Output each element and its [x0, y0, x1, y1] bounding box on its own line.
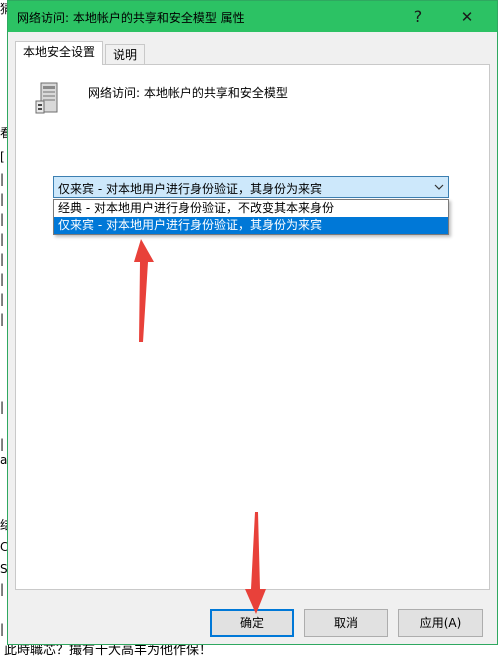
window-title: 网络访问: 本地帐户的共享和安全模型 属性	[17, 11, 245, 25]
tab-explain[interactable]: 说明	[105, 44, 146, 65]
background-text-fragment: |	[0, 252, 5, 266]
help-icon: ?	[413, 7, 423, 26]
server-icon	[35, 82, 58, 114]
properties-dialog: 网络访问: 本地帐户的共享和安全模型 属性 ? ✕ 本地安全设置 说明 网络访问…	[7, 0, 498, 645]
background-text-fragment: |	[0, 292, 5, 306]
background-text-fragment: |	[0, 437, 5, 451]
background-text-fragment: |	[0, 212, 5, 226]
cancel-button[interactable]: 取消	[304, 609, 388, 637]
title-bar[interactable]: 网络访问: 本地帐户的共享和安全模型 属性 ? ✕	[8, 1, 497, 32]
settings-panel: 网络访问: 本地帐户的共享和安全模型 仅来宾 - 对本地用户进行身份验证，其身份…	[15, 64, 490, 590]
select-value: 仅来宾 - 对本地用户进行身份验证，其身份为来宾	[58, 182, 322, 196]
background-text-fragment: |	[0, 192, 5, 206]
close-icon: ✕	[460, 7, 474, 26]
ok-button[interactable]: 确定	[210, 609, 294, 637]
background-text-fragment: |	[0, 172, 5, 186]
policy-title: 网络访问: 本地帐户的共享和安全模型	[88, 86, 288, 100]
background-text-fragment: |	[0, 400, 5, 414]
tab-local-security-setting[interactable]: 本地安全设置	[15, 41, 104, 65]
option-classic[interactable]: 经典 - 对本地用户进行身份验证，不改变其本来身份	[54, 200, 448, 217]
apply-button[interactable]: 应用(A)	[398, 609, 483, 637]
chevron-down-icon	[434, 184, 444, 190]
help-button[interactable]: ?	[395, 1, 441, 32]
background-text-fragment: |	[0, 622, 5, 636]
background-text-fragment: [	[0, 150, 5, 164]
background-text-fragment: |	[0, 272, 5, 286]
sharing-model-select[interactable]: 仅来宾 - 对本地用户进行身份验证，其身份为来宾	[53, 176, 449, 198]
select-dropdown-list: 经典 - 对本地用户进行身份验证，不改变其本来身份 仅来宾 - 对本地用户进行身…	[53, 199, 449, 235]
background-text-fragment: |	[0, 582, 5, 596]
background-text-fragment: |	[0, 312, 5, 326]
option-guest-only[interactable]: 仅来宾 - 对本地用户进行身份验证，其身份为来宾	[54, 217, 448, 234]
close-button[interactable]: ✕	[444, 1, 490, 32]
background-text-fragment: |	[0, 232, 5, 246]
